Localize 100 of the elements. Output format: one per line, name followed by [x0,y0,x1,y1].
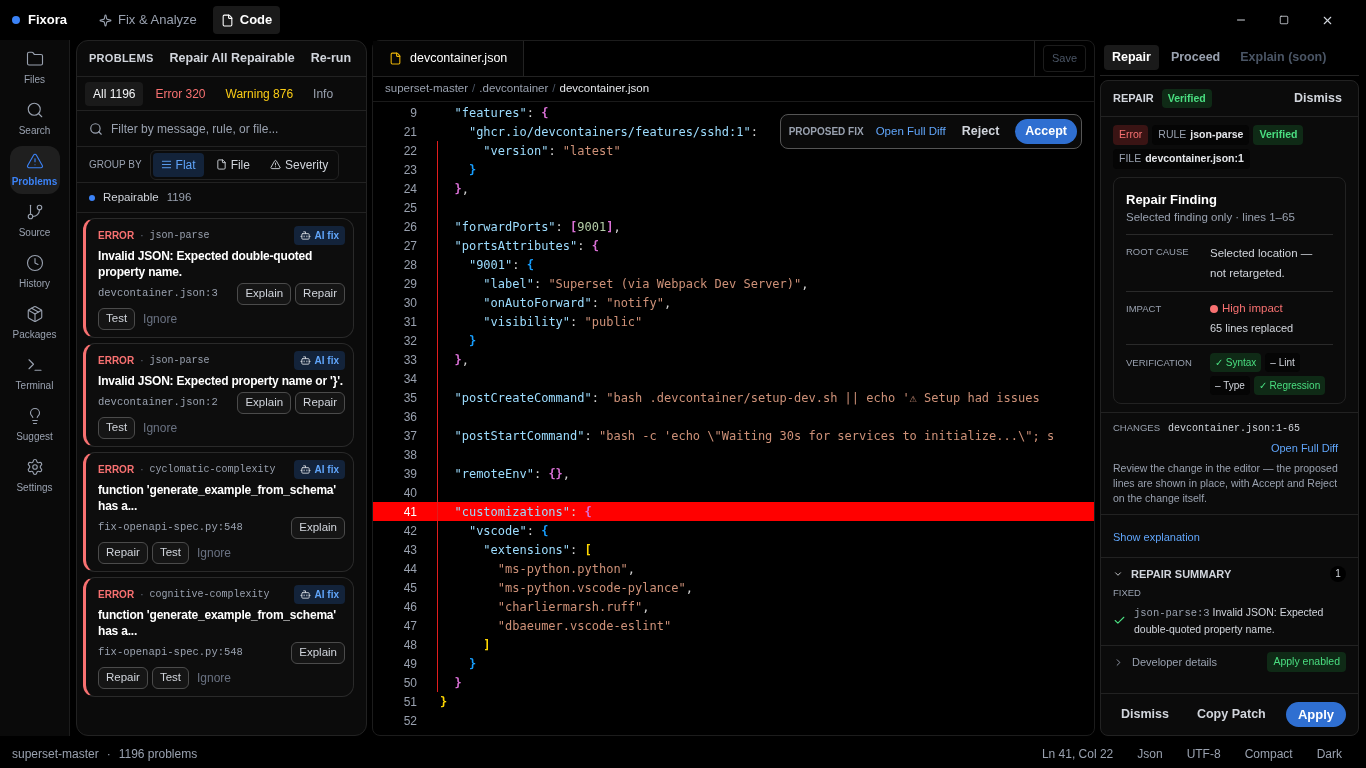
action-button[interactable]: Test [151,542,189,564]
nav-item[interactable]: Suggest [9,401,60,449]
action-button[interactable]: Test [151,667,189,689]
problem-title: function 'generate_example_from_schema' has a... [98,607,337,639]
ai-fix-badge[interactable]: AI fix [293,585,345,604]
action-button[interactable]: Explain [291,517,345,539]
show-explanation-link[interactable]: Show explanation [1113,530,1200,543]
line-number: 50 [402,674,417,692]
group-option[interactable]: File [207,152,258,177]
tag-value: json-parse [1190,127,1244,142]
problem-card[interactable]: ERROR · json-parse AI fix Invalid JSON: Expected double-quoted property name. devcontainer.json:3 Explain Repair Test Ignore [83,218,354,338]
status-item[interactable]: Compact [1244,745,1293,763]
action-button[interactable]: Test [98,308,136,330]
apply-button[interactable]: Apply [1285,701,1346,728]
code-token: , [685,579,693,597]
filter-tab[interactable]: All 1196 [85,81,144,106]
toolbar-button[interactable]: Re-run [310,49,352,68]
group-option[interactable]: Flat [152,152,204,177]
filter-field[interactable]: Filter by message, rule, or file... [111,119,354,138]
action-button[interactable]: Repair [295,283,345,305]
severity-label: ERROR [98,354,135,368]
code-bracket: } [468,332,477,350]
code-token: "onAutoForward" [483,294,592,312]
check-chip: ✓ Regression [1253,376,1326,395]
nav-item[interactable]: Search [9,95,60,143]
status-item[interactable]: Ln 41, Col 22 [1041,745,1114,763]
editor-tab[interactable]: devcontainer.json [373,41,525,76]
ai-fix-badge[interactable]: AI fix [293,460,345,479]
code-bracket: } [454,180,462,198]
filter-tab[interactable]: Info [305,81,342,106]
line-number: 21 [402,123,417,141]
code-token: , [627,560,636,578]
toolbar-button[interactable]: Repair All Repairable [169,49,295,68]
action-button[interactable]: Repair [295,392,345,414]
problem-card[interactable]: ERROR · cyclomatic-complexity AI fix function 'generate_example_from_schema' has a... fix-openapi-spec.py:548 Explain Repair Test Ignore [83,452,354,572]
developer-details-toggle[interactable]: Developer details [1132,653,1217,671]
line-number: 39 [402,465,417,483]
tag-label: FILE [1119,150,1142,166]
group-option[interactable]: Severity [261,152,337,177]
open-diff-link[interactable]: Open Full Diff [1270,440,1346,457]
action-button[interactable]: Explain [237,283,292,305]
filter-tab[interactable]: Warning 876 [217,81,302,106]
open-diff-link[interactable]: Open Full Diff [875,122,946,140]
nav-item[interactable]: Packages [9,299,60,347]
reject-button[interactable]: Reject [957,122,1004,141]
panel-tab[interactable]: Proceed [1162,45,1229,70]
filter-tab[interactable]: Error 320 [147,81,214,106]
ignore-link[interactable]: Ignore [139,310,182,328]
footer-button[interactable]: Dismiss [1113,705,1169,724]
field-label: VERIFICATION [1126,356,1193,370]
code-bracket: { [526,256,534,274]
action-button[interactable]: Explain [237,392,292,414]
section-title[interactable]: REPAIR SUMMARY [1131,565,1232,582]
code-token: "bash -c 'echo \"Waiting 30s for services to initialize...\"; s [598,427,1055,445]
nav-item[interactable]: Source [9,197,60,245]
panel-tab[interactable]: Repair [1104,45,1159,70]
code-token: : [591,294,600,312]
maximize-icon[interactable] [1279,15,1289,25]
nav-item[interactable]: Settings [9,452,60,500]
breadcrumb-item[interactable]: .devcontainer [479,80,549,98]
code-bracket: ] [483,636,491,654]
group-by-label: GROUP BY [89,158,142,172]
problem-card[interactable]: ERROR · cognitive-complexity AI fix function 'generate_example_from_schema' has a... fix-openapi-spec.py:548 Explain Repair Test Ignore [83,577,354,697]
code-token: "remoteEnv" [454,465,534,483]
code-bracket: ] [606,218,614,236]
severity-icon [269,159,281,170]
line-number: 52 [402,712,417,730]
rule-name: json-parse [149,229,210,243]
check-chip: – Type [1210,376,1250,395]
field-label: ROOT CAUSE [1126,245,1190,260]
action-button[interactable]: Repair [98,542,148,564]
status-item[interactable]: UTF-8 [1186,745,1221,763]
footer-button[interactable]: Copy Patch [1188,705,1266,724]
action-button[interactable]: Test [98,417,136,439]
ai-fix-badge[interactable]: AI fix [293,226,345,245]
dismiss-button[interactable]: Dismiss [1294,89,1346,108]
accept-button[interactable]: Accept [1015,119,1077,144]
nav-item[interactable]: Files [9,44,60,92]
top-tab[interactable]: Code [212,6,281,34]
card-title: REPAIR [1113,91,1154,107]
code-token: "portsAttributes" [454,237,578,255]
problem-card[interactable]: ERROR · json-parse AI fix Invalid JSON: Expected property name or '}'. devcontainer.json:2 Explain Repair Test Ignore [83,343,354,447]
ai-fix-badge[interactable]: AI fix [293,351,345,370]
action-button[interactable]: Explain [291,642,345,664]
action-button[interactable]: Repair [98,667,148,689]
breadcrumb-item[interactable]: superset-master [385,80,469,98]
line-number: 35 [402,389,417,407]
ignore-link[interactable]: Ignore [193,544,235,562]
nav-item[interactable]: History [9,248,60,296]
status-item[interactable]: Dark [1316,745,1342,763]
code-token: "9001" [468,256,513,274]
ignore-link[interactable]: Ignore [193,669,235,687]
line-number: 23 [402,161,417,179]
breadcrumb-item[interactable]: devcontainer.json [559,80,650,98]
code-token: "forwardPorts" [454,218,556,236]
ignore-link[interactable]: Ignore [139,419,182,437]
status-item[interactable]: Json [1137,745,1163,763]
nav-item[interactable]: Terminal [9,350,60,398]
top-tab[interactable]: Fix & Analyze [91,6,205,34]
nav-item[interactable]: Problems [9,146,60,194]
